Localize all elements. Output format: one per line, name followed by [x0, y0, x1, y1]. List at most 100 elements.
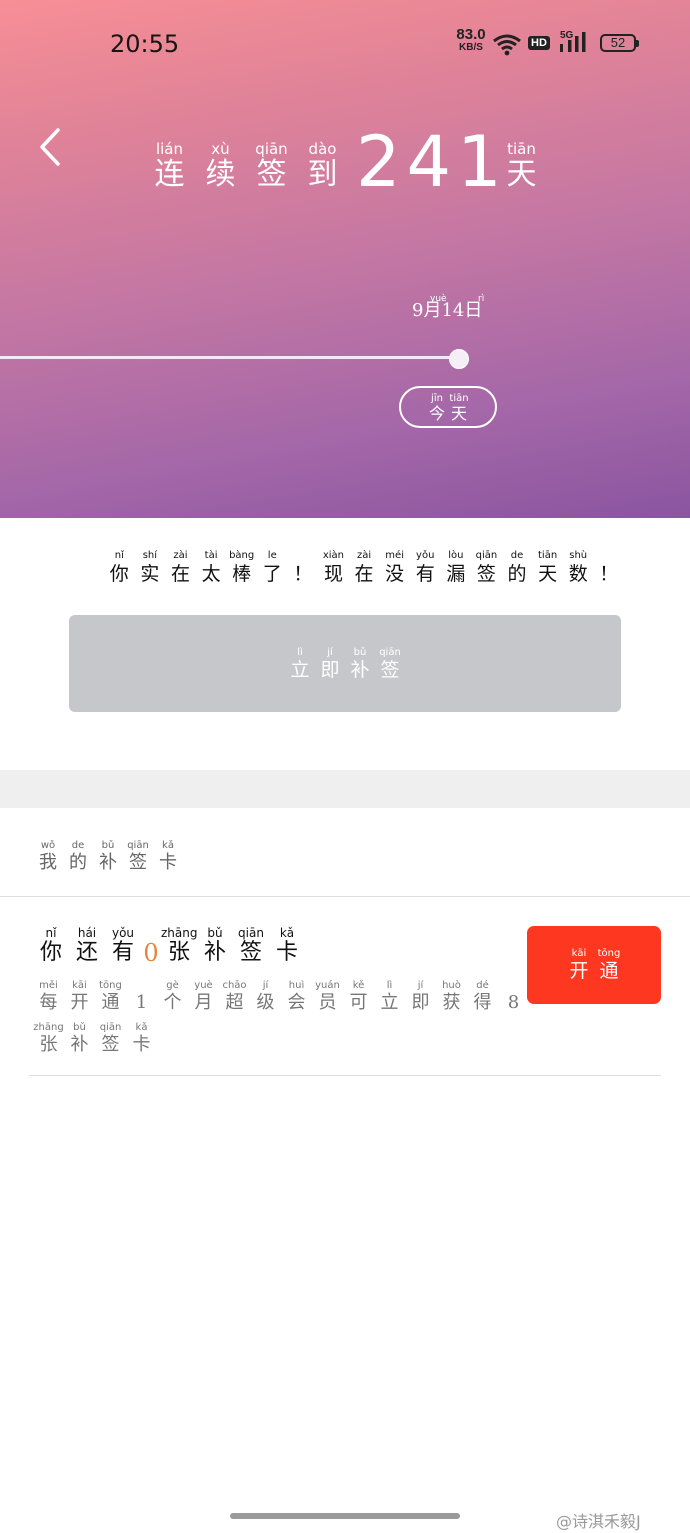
pinyin-char: kǎ 卡 — [126, 1022, 157, 1056]
pinyin-char: měi 每 — [33, 980, 64, 1014]
hd-badge: HD — [528, 36, 550, 50]
pinyin: zhāng — [33, 1022, 64, 1033]
hanzi: 还 — [75, 940, 98, 965]
pinyin-char: yuán 员 — [312, 980, 343, 1014]
pinyin-char: le 了 — [257, 550, 288, 586]
pinyin-char: kǎ 卡 — [269, 926, 305, 966]
pinyin-char: bǔ 补 — [197, 926, 233, 966]
pinyin-char: 8 — [498, 980, 529, 1014]
pinyin-char: dào 到 — [297, 140, 348, 192]
hanzi: 即 — [411, 992, 430, 1013]
pinyin-char: lì 立 — [285, 647, 315, 682]
pinyin: xù — [211, 140, 230, 158]
pinyin-char: tōng 通 — [95, 980, 126, 1014]
section-divider — [0, 770, 690, 808]
pinyin: zhāng — [161, 926, 198, 940]
pinyin: gè — [166, 980, 179, 991]
pinyin: dé — [476, 980, 489, 991]
hanzi: 张 — [39, 1034, 58, 1055]
today-button[interactable]: jīn 今 tiān 天 — [399, 386, 497, 428]
hanzi: 补 — [99, 852, 117, 873]
pinyin-char: kě 可 — [343, 980, 374, 1014]
hanzi: 通 — [101, 992, 120, 1013]
timeline-handle[interactable] — [449, 349, 469, 369]
pinyin-char: bǔ 补 — [345, 647, 375, 682]
hanzi: 签 — [476, 563, 496, 585]
hanzi: 签 — [256, 157, 287, 192]
pinyin-char: de 的 — [63, 840, 93, 874]
pinyin-char: ！ — [594, 550, 625, 586]
date-timeline-track[interactable] — [0, 356, 460, 359]
network-type: 5G — [560, 30, 574, 41]
pinyin: qiān — [99, 1022, 122, 1033]
hanzi: 会 — [287, 992, 306, 1013]
pinyin-char: qiān 签 — [95, 1022, 126, 1056]
card-count: 0 — [143, 939, 159, 967]
hanzi: 今 — [428, 404, 445, 423]
hanzi: 的 — [69, 852, 87, 873]
hanzi: 我 — [39, 852, 57, 873]
pinyin-char: zài 在 — [165, 550, 196, 586]
pinyin — [498, 980, 529, 992]
chevron-left-icon — [40, 128, 60, 166]
pinyin-char: xiàn 现 — [318, 550, 349, 586]
pinyin: kǎ — [279, 926, 295, 940]
pinyin: bǔ — [101, 840, 115, 851]
pinyin: yuán — [315, 980, 340, 991]
supplement-signin-button[interactable]: lì 立 jí 即 bǔ 补 qiān 签 — [69, 615, 621, 712]
pinyin: yuè — [194, 980, 213, 991]
pinyin-char: de 的 — [502, 550, 533, 586]
streak-prefix: lián 连 xù 续 qiān 签 dào 到 — [144, 140, 348, 192]
open-membership-button[interactable]: kāi 开 tōng 通 — [527, 926, 661, 1004]
pinyin: kāi — [72, 980, 87, 991]
pinyin: qiān — [238, 926, 264, 940]
pinyin: hái — [77, 926, 97, 940]
pinyin: tiān — [538, 550, 558, 561]
hanzi: 在 — [170, 563, 190, 585]
pinyin: qiān — [127, 840, 149, 851]
hanzi: 天 — [506, 157, 537, 192]
pinyin: zài — [173, 550, 188, 561]
hanzi: 签 — [101, 1034, 120, 1055]
membership-description: měi 每 kāi 开 tōng 通 1 gè 个 yuè 月 chāo 超 jí 级 huì 会 yuán 员 k… — [33, 980, 519, 1064]
network-speed: 83.0 KB/S — [452, 27, 490, 54]
hanzi: 超 — [225, 992, 244, 1013]
pinyin: chāo — [222, 980, 247, 991]
hanzi: 了 — [262, 563, 282, 585]
pinyin-char: shù 数 — [563, 550, 594, 586]
hanzi: 漏 — [446, 563, 466, 585]
hanzi: 的 — [507, 563, 527, 585]
streak-count: 241 — [356, 121, 508, 203]
pinyin-char: huì 会 — [281, 980, 312, 1014]
description-line: měi 每 kāi 开 tōng 通 1 gè 个 yuè 月 chāo 超 jí 级 huì 会 yuán 员 k… — [33, 980, 519, 1022]
pinyin: kǎ — [135, 1022, 148, 1033]
pinyin: nǐ — [114, 550, 124, 561]
hanzi: 级 — [256, 992, 275, 1013]
pinyin-char: lián 连 — [144, 140, 195, 192]
signal-icon: 5G — [558, 30, 592, 58]
hanzi: 太 — [201, 563, 221, 585]
home-indicator[interactable] — [230, 1513, 460, 1519]
hanzi: 立 — [290, 659, 310, 681]
hanzi: 续 — [205, 157, 236, 192]
pinyin-char: zài 在 — [349, 550, 380, 586]
hanzi: 补 — [350, 659, 370, 681]
pinyin — [126, 980, 157, 992]
pinyin-char: tiān 天 — [532, 550, 563, 586]
hanzi: 签 — [380, 659, 400, 681]
pinyin-char: nǐ 你 — [104, 550, 135, 586]
pinyin-char: bàng 棒 — [226, 550, 257, 586]
pinyin-char: tōng 通 — [594, 948, 624, 983]
pinyin-char: tiān 天 — [448, 393, 470, 424]
pinyin: lòu — [448, 550, 464, 561]
hanzi: 实 — [140, 563, 160, 585]
pinyin: tōng — [597, 948, 621, 959]
hanzi: ！ — [293, 563, 313, 585]
back-button[interactable] — [34, 124, 68, 170]
hanzi: 1 — [135, 992, 148, 1013]
hanzi: 8 — [507, 992, 520, 1013]
hanzi: 月 — [194, 992, 213, 1013]
hanzi: 补 — [203, 940, 226, 965]
pinyin: zài — [356, 550, 372, 561]
pinyin-char: qiān 签 — [375, 647, 405, 682]
